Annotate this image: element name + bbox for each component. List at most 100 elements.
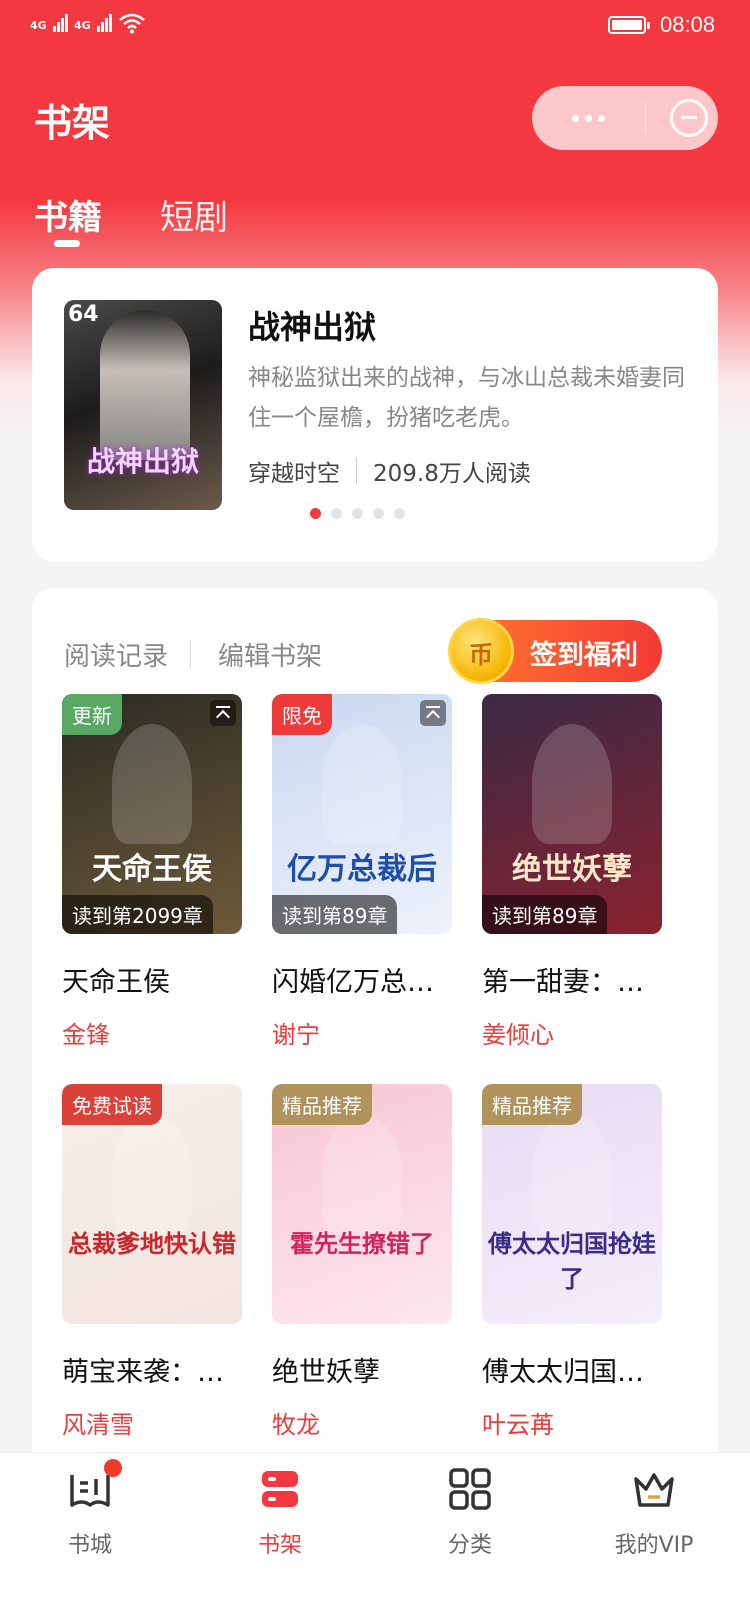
more-icon[interactable] [560, 100, 616, 136]
book-title: 闪婚亿万总… [272, 967, 434, 998]
reading-progress: 读到第2099章 [62, 895, 213, 934]
book-cover: 总裁爹地快认错 免费试读 [62, 1084, 242, 1324]
reading-history-link[interactable]: 阅读记录 [64, 636, 168, 673]
bookstore-icon [66, 1459, 122, 1513]
book-badge: 精品推荐 [482, 1084, 582, 1125]
nav-bookshelf[interactable]: 书架 [220, 1465, 340, 1559]
nav-bookshelf-label: 书架 [257, 1533, 302, 1558]
book-cover: 绝世妖孽读到第89章 [482, 694, 662, 934]
book-author: 谢宁 [272, 1021, 320, 1049]
book-item[interactable]: 傅太太归国抢娃了 精品推荐傅太太归国… 叶云苒 [482, 1084, 662, 1440]
book-cover: 霍先生撩错了 精品推荐 [272, 1084, 452, 1324]
cover-figure [322, 1114, 402, 1234]
featured-book-card[interactable]: 64 战神出狱 战神出狱 神秘监狱出来的战神，与冰山总裁未婚妻同住一个屋檐，扮猪… [32, 268, 718, 562]
pin-top-icon[interactable] [420, 700, 446, 726]
edit-shelf-link[interactable]: 编辑书架 [218, 636, 322, 673]
pin-top-icon[interactable] [210, 700, 236, 726]
signal-indicator-1: 4G [30, 14, 69, 32]
book-item[interactable]: 亿万总裁后 限免读到第89章闪婚亿万总… 谢宁 [272, 694, 452, 1050]
signal-2-label: 4G [74, 19, 91, 32]
cover-figure [532, 1114, 612, 1234]
notification-dot [104, 1459, 122, 1477]
bottom-navigation: 书城 书架 分类 我的VIP [0, 1452, 750, 1624]
cover-figure [112, 724, 192, 844]
reading-progress: 读到第89章 [272, 895, 398, 934]
cover-figure [322, 724, 402, 844]
cover-art-title: 绝世妖孽 [512, 852, 632, 887]
book-author: 牧龙 [272, 1411, 320, 1439]
carousel-dot [373, 508, 384, 519]
book-author: 金锋 [62, 1021, 110, 1049]
cover-figure [100, 310, 190, 460]
book-item[interactable]: 天命王侯 更新 读到第2099章 天命王侯 金锋 [62, 694, 242, 1050]
cover-art-title: 战神出狱 [86, 445, 199, 478]
vip-crown-icon [630, 1465, 678, 1513]
status-time: 08:08 [660, 12, 716, 37]
cover-art-title: 霍先生撩错了 [290, 1229, 434, 1258]
nav-bookstore[interactable]: 书城 [30, 1459, 150, 1559]
mini-program-capsule [532, 86, 718, 150]
cover-art-title: 亿万总裁后 [287, 852, 437, 887]
capsule-divider [645, 102, 646, 134]
book-author: 姜倾心 [482, 1021, 554, 1049]
book-title: 第一甜妻：… [482, 967, 644, 998]
reading-progress: 读到第89章 [482, 895, 608, 934]
tab-books[interactable]: 书籍 [34, 190, 102, 239]
book-badge: 精品推荐 [272, 1084, 372, 1125]
carousel-dot-active [310, 508, 321, 519]
shelf-link-divider [190, 640, 191, 668]
book-author: 叶云苒 [482, 1411, 554, 1439]
book-cover: 亿万总裁后 限免读到第89章 [272, 694, 452, 934]
signal-indicator-2: 4G [74, 14, 113, 32]
book-cover: 天命王侯 更新读到第2099章 [62, 694, 242, 934]
carousel-dot [352, 508, 363, 519]
tab-active-indicator [54, 240, 80, 247]
cover-art-title: 天命王侯 [92, 852, 212, 887]
book-badge: 限免 [272, 694, 332, 735]
book-item[interactable]: 绝世妖孽读到第89章第一甜妻：… 姜倾心 [482, 694, 662, 1050]
status-bar: 4G 4G 08:08 [0, 0, 750, 50]
featured-book-readers: 209.8万人阅读 [373, 461, 531, 487]
close-circle-icon[interactable] [670, 99, 708, 137]
category-grid-icon [446, 1465, 494, 1513]
bookshelf-icon [256, 1465, 304, 1513]
signal-bars-icon [96, 14, 113, 32]
book-title: 绝世妖孽 [272, 1357, 380, 1388]
featured-book-category: 穿越时空 [248, 461, 340, 487]
page-title: 书架 [34, 101, 111, 145]
book-cover: 傅太太归国抢娃了 精品推荐 [482, 1084, 662, 1324]
book-title: 天命王侯 [62, 967, 170, 998]
cover-art-title: 傅太太归国抢娃了 [488, 1229, 656, 1293]
wifi-icon [119, 13, 145, 34]
bookshelf-section: 阅读记录 编辑书架 签到福利 天命王侯更新读到第2099章天命王侯金锋亿万总裁后… [32, 588, 718, 1488]
nav-category[interactable]: 分类 [410, 1465, 530, 1559]
cover-number: 64 [68, 302, 99, 327]
signin-bonus-label: 签到福利 [530, 640, 638, 671]
book-author: 风清雪 [62, 1411, 134, 1439]
signal-1-label: 4G [30, 19, 47, 32]
cover-figure [112, 1114, 192, 1234]
carousel-dot [331, 508, 342, 519]
nav-my-vip[interactable]: 我的VIP [594, 1465, 714, 1559]
book-item[interactable]: 霍先生撩错了 精品推荐绝世妖孽牧龙 [272, 1084, 452, 1440]
signin-bonus-button[interactable]: 签到福利 [448, 618, 662, 684]
tab-short-drama[interactable]: 短剧 [160, 190, 228, 239]
book-badge: 更新 [62, 694, 122, 735]
carousel-dot [394, 508, 405, 519]
cover-art-title: 总裁爹地快认错 [68, 1229, 236, 1258]
battery-icon [608, 16, 650, 34]
featured-book-title: 战神出狱 [248, 308, 377, 346]
signal-bars-icon [52, 14, 69, 32]
nav-my-vip-label: 我的VIP [614, 1533, 694, 1558]
coin-icon [448, 618, 514, 684]
book-title: 萌宝来袭：… [62, 1357, 224, 1388]
cover-figure [532, 724, 612, 844]
book-badge: 免费试读 [62, 1084, 162, 1125]
featured-book-cover: 64 战神出狱 [64, 300, 222, 510]
book-title: 傅太太归国… [482, 1357, 644, 1388]
nav-category-label: 分类 [447, 1533, 492, 1558]
meta-divider [356, 458, 357, 484]
featured-book-description: 神秘监狱出来的战神，与冰山总裁未婚妻同住一个屋檐，扮猪吃老虎。 [248, 365, 685, 431]
nav-bookstore-label: 书城 [67, 1533, 112, 1558]
book-item[interactable]: 总裁爹地快认错 免费试读萌宝来袭：… 风清雪 [62, 1084, 242, 1440]
